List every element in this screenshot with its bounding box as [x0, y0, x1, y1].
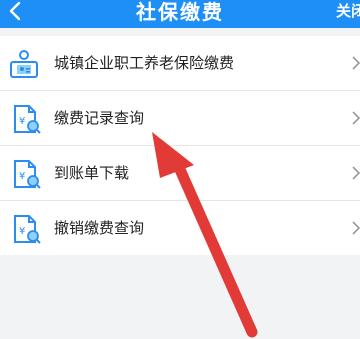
svg-text:¥: ¥ [19, 226, 25, 237]
chevron-right-icon [352, 56, 360, 70]
id-card-icon [10, 50, 38, 78]
menu-item-pension-payment[interactable]: 城镇企业职工养老保险缴费 [0, 36, 360, 91]
svg-text:¥: ¥ [19, 116, 25, 127]
menu-list: 城镇企业职工养老保险缴费 ¥ 缴费记录查询 ¥ 到账单下载 ¥ 撤销缴费查询 [0, 36, 360, 255]
chevron-right-icon [352, 111, 360, 125]
menu-item-label: 缴费记录查询 [54, 109, 145, 127]
document-search-icon: ¥ [14, 215, 41, 244]
app-header: 社保缴费 关闭 [0, 0, 360, 28]
menu-item-label: 撤销缴费查询 [54, 219, 145, 237]
menu-item-statement-download[interactable]: ¥ 到账单下载 [0, 146, 360, 201]
menu-item-cancel-payment-query[interactable]: ¥ 撤销缴费查询 [0, 201, 360, 255]
menu-item-payment-record-query[interactable]: ¥ 缴费记录查询 [0, 91, 360, 146]
menu-item-label: 城镇企业职工养老保险缴费 [54, 54, 235, 72]
menu-item-label: 到账单下载 [54, 164, 130, 182]
document-search-icon: ¥ [14, 105, 41, 134]
svg-text:¥: ¥ [19, 171, 25, 182]
close-button[interactable]: 关闭 [336, 0, 360, 25]
page-title: 社保缴费 [136, 0, 224, 24]
document-search-icon: ¥ [14, 160, 41, 189]
chevron-right-icon [352, 166, 360, 180]
chevron-right-icon [352, 221, 360, 235]
